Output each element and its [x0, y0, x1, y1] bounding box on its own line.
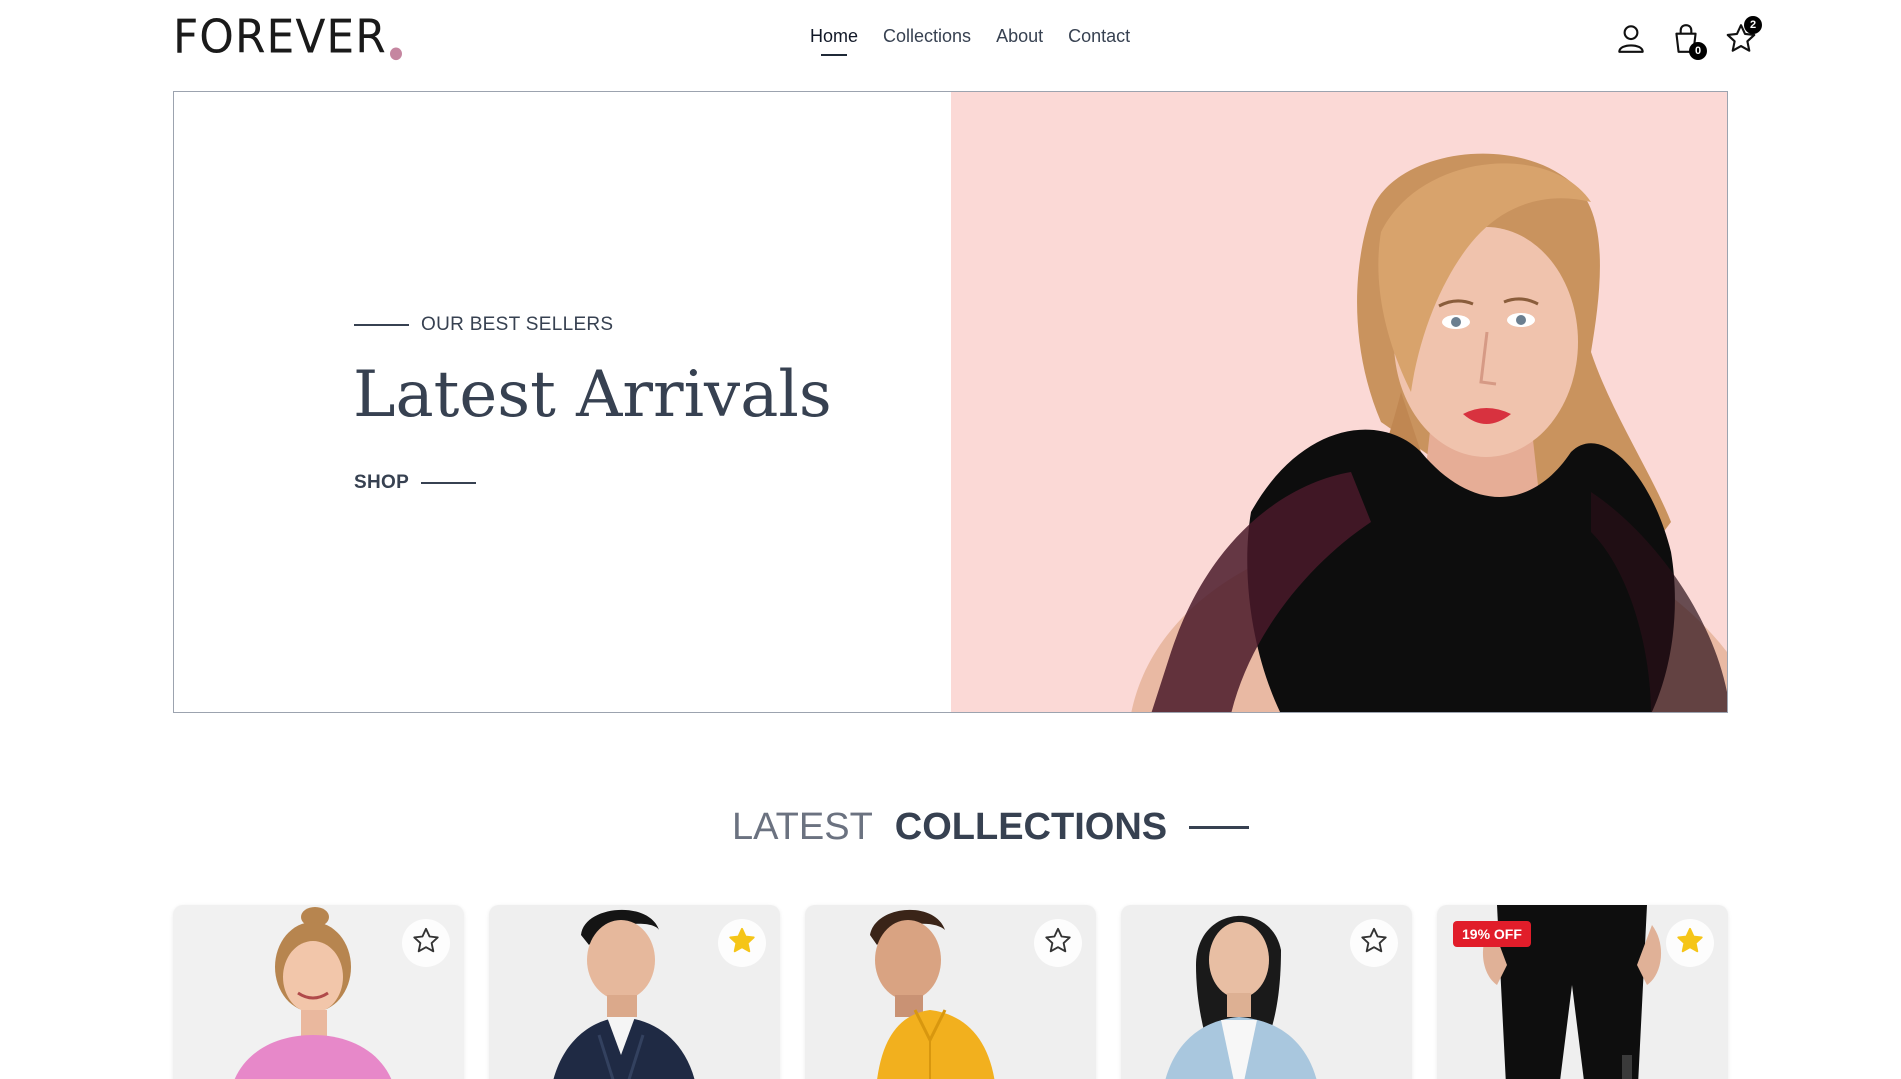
main-nav: Home Collections About Contact	[810, 26, 1130, 56]
product-card[interactable]	[173, 905, 464, 1079]
wishlist-button[interactable]: 2	[1724, 16, 1762, 60]
star-svg	[1361, 927, 1387, 952]
star-svg	[1677, 927, 1703, 952]
nav-item-label: Home	[810, 26, 859, 46]
heading-bold-text: COLLECTIONS	[894, 806, 1168, 848]
latest-collections-heading: LATEST COLLECTIONS	[732, 806, 1250, 849]
user-icon	[1614, 25, 1648, 60]
eyebrow-line	[354, 324, 409, 326]
star-icon	[1043, 926, 1073, 961]
hero-eyebrow: OUR BEST SELLERS	[354, 314, 613, 336]
hero-eyebrow-text: OUR BEST SELLERS	[421, 314, 614, 335]
product-grid: 19% OFF	[173, 905, 1728, 1079]
heading-light-text: LATEST	[732, 806, 873, 848]
nav-item-contact[interactable]: Contact	[1068, 26, 1130, 47]
nav-active-underline	[821, 54, 847, 56]
page: FOREVER Home Collections About Contact 0…	[0, 0, 1901, 1079]
wishlist-toggle[interactable]	[1666, 919, 1714, 967]
shop-line	[421, 482, 477, 484]
nav-item-about[interactable]: About	[996, 26, 1043, 47]
wishlist-toggle[interactable]	[1034, 919, 1082, 967]
shop-link-label: SHOP	[354, 472, 410, 493]
heading-line	[1189, 826, 1250, 829]
star-icon	[411, 926, 441, 961]
star-svg	[1045, 927, 1071, 952]
star-svg	[729, 927, 755, 952]
star-icon	[1724, 24, 1758, 60]
star-svg	[413, 927, 439, 952]
site-header: FOREVER Home Collections About Contact 0…	[0, 0, 1901, 90]
product-card[interactable]	[1121, 905, 1412, 1079]
nav-item-label: Collections	[883, 26, 972, 46]
product-card[interactable]	[489, 905, 780, 1079]
discount-badge: 19% OFF	[1453, 921, 1531, 947]
nav-item-label: About	[996, 26, 1044, 46]
hero-model-image	[1131, 153, 1727, 712]
nav-item-collections[interactable]: Collections	[883, 26, 971, 47]
hero-image-panel	[951, 92, 1727, 712]
logo-dot	[389, 47, 402, 61]
profile-button[interactable]	[1614, 22, 1650, 58]
shop-now-link[interactable]: SHOP	[354, 472, 477, 494]
hero-text-panel: OUR BEST SELLERS Latest Arrivals SHOP	[174, 92, 951, 712]
star-icon	[1359, 926, 1389, 961]
wishlist-toggle[interactable]	[402, 919, 450, 967]
star-icon	[1675, 926, 1705, 961]
nav-item-home[interactable]: Home	[810, 26, 859, 56]
nav-item-label: Contact	[1068, 26, 1131, 46]
wishlist-toggle[interactable]	[718, 919, 766, 967]
wishlist-toggle[interactable]	[1350, 919, 1398, 967]
star-icon	[727, 926, 757, 961]
product-card[interactable]	[805, 905, 1096, 1079]
wishlist-count-badge: 2	[1744, 16, 1762, 34]
hero-title: Latest Arrivals	[353, 358, 832, 432]
product-card[interactable]: 19% OFF	[1437, 905, 1728, 1079]
logo-text: FOREVER	[173, 10, 387, 65]
cart-button[interactable]: 0	[1669, 22, 1707, 60]
brand-logo[interactable]: FOREVER	[173, 10, 402, 65]
cart-count-badge: 0	[1689, 42, 1707, 60]
hero-banner: OUR BEST SELLERS Latest Arrivals SHOP	[173, 91, 1728, 713]
